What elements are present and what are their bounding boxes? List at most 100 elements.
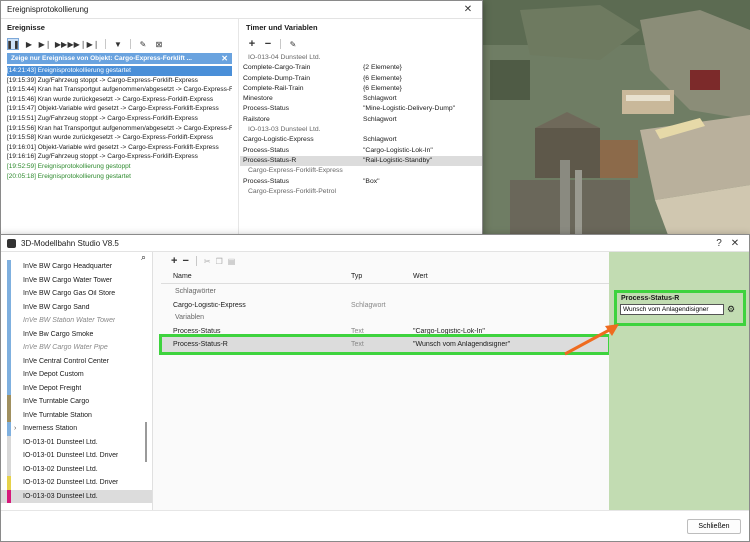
object-list-item[interactable]: InVe Central Control Center (1, 354, 152, 368)
object-list-item[interactable]: IO-013-02 Dunsteel Ltd. Driver (1, 476, 152, 490)
object-list-item[interactable]: InVe BW Cargo Water Pipe (1, 341, 152, 355)
log-line[interactable]: [19:15:46] Kran wurde zurückgesetzt -> C… (7, 95, 232, 105)
row-type: Schlagwort (351, 301, 386, 309)
pause-icon[interactable]: ❚❚ (6, 38, 20, 50)
object-list-item[interactable]: › Inverness Station (1, 422, 152, 436)
filter-icon[interactable]: ▼ (112, 38, 124, 50)
color-marker (7, 395, 11, 409)
tv-key: Process-Status (243, 177, 290, 185)
tv-row[interactable]: Minestore Schlagwort (240, 94, 482, 104)
tv-value: "Mine-Logistic-Delivery-Dump" (363, 105, 456, 113)
log-line[interactable]: [20:05:18] Ereignisprotokollierung gesta… (7, 172, 232, 182)
color-marker (7, 381, 11, 395)
log-line[interactable]: [14:21:43] Ereignisprotokollierung gesta… (7, 66, 232, 76)
log-line[interactable]: [19:15:47] Objekt-Variable wird gesetzt … (7, 104, 232, 114)
footer: Schließen (1, 510, 749, 541)
object-list-item[interactable]: InVe BW Cargo Sand (1, 300, 152, 314)
object-list-item[interactable]: InVe Turntable Station (1, 408, 152, 422)
plus-icon[interactable]: + (171, 255, 177, 267)
tv-row[interactable]: Process-Status-R "Rail-Logistic-Standby" (240, 155, 482, 167)
tv-group[interactable]: IO-013-03 Dunsteel Ltd. (240, 125, 482, 135)
paste-icon[interactable]: ▤ (228, 257, 236, 266)
variable-value-input[interactable] (620, 304, 724, 315)
log-line[interactable]: [19:52:59] Ereignisprotokollierung gesto… (7, 162, 232, 172)
play-icon[interactable]: ▶ (23, 38, 35, 50)
object-list-item[interactable]: InVe Depot Freight (1, 381, 152, 395)
column-type[interactable]: Typ (339, 273, 413, 280)
search-icon[interactable]: ⌕ (141, 252, 146, 264)
column-name[interactable]: Name (161, 273, 339, 280)
log-line[interactable]: [19:15:44] Kran hat Transportgut aufgeno… (7, 85, 232, 95)
tv-key: Railstore (243, 115, 270, 123)
tv-value: Schlagwort (363, 136, 397, 144)
filter-text: Zeige nur Ereignisse von Objekt: Cargo-E… (11, 55, 192, 62)
color-marker (7, 476, 11, 490)
toolbar-separator (130, 39, 131, 49)
object-list-item[interactable]: IO-013-01 Dunsteel Ltd. Driver (1, 449, 152, 463)
close-icon[interactable]: ✕ (221, 54, 228, 63)
object-list-item[interactable]: InVe Depot Custom (1, 368, 152, 382)
object-list-item[interactable]: IO-013-03 Dunsteel Ltd. (1, 489, 152, 503)
step-icon[interactable]: ▶❘ (39, 38, 52, 50)
chevron-right-icon[interactable]: › (14, 425, 23, 432)
fast-forward-icon[interactable]: ▶▶ (55, 38, 67, 50)
events-toolbar: ❚❚ ▶ ▶❘ ▶▶ ▶▶❘ ▶❘ ▼ ✎ ⊠ (1, 36, 238, 52)
tv-row[interactable]: Cargo-Logistic-Express Schlagwort (240, 135, 482, 145)
minus-icon[interactable]: − (262, 38, 274, 50)
close-dialog-button[interactable]: Schließen (687, 519, 741, 534)
event-log-list[interactable]: [14:21:43] Ereignisprotokollierung gesta… (7, 66, 232, 181)
tv-group[interactable]: IO-013-04 Dunsteel Ltd. (240, 53, 482, 63)
tv-row[interactable]: Complete-Dump-Train {6 Elemente} (240, 74, 482, 84)
table-row-selected[interactable]: Process-Status-R Text "Wunsch vom Anlage… (159, 334, 611, 355)
tv-row[interactable]: Complete-Cargo-Train {2 Elemente} (240, 63, 482, 73)
pencil-icon[interactable]: ✎ (137, 38, 149, 50)
tv-row[interactable]: Process-Status "Mine-Logistic-Delivery-Du… (240, 104, 482, 114)
tv-value: "Box" (363, 177, 380, 185)
object-list-item[interactable]: IO-013-02 Dunsteel Ltd. (1, 462, 152, 476)
object-list-item[interactable]: InVe BW Cargo Headquarter (1, 260, 152, 274)
clear-log-icon[interactable]: ⊠ (153, 38, 165, 50)
skip-end-icon[interactable]: ▶▶❘ (68, 38, 87, 50)
object-list-item[interactable]: InVe Turntable Cargo (1, 395, 152, 409)
log-line[interactable]: [19:15:58] Kran wurde zurückgesetzt -> C… (7, 133, 232, 143)
tv-group[interactable]: Cargo-Express-Forklift-Express (240, 166, 482, 176)
tv-row[interactable]: Process-Status "Cargo-Logistic-Lok-In" (240, 146, 482, 156)
object-list-item[interactable]: InVe BW Cargo Gas Oil Store (1, 287, 152, 301)
column-value[interactable]: Wert (413, 273, 609, 280)
plus-icon[interactable]: + (246, 38, 258, 50)
table-row[interactable]: Cargo-Logistic-Express Schlagwort (161, 298, 609, 312)
object-label: InVe BW Cargo Headquarter (23, 263, 113, 271)
close-icon[interactable]: ✕ (460, 4, 476, 15)
object-list-item[interactable]: InVe BW Cargo Water Tower (1, 273, 152, 287)
object-list[interactable]: InVe BW Cargo Headquarter InVe BW Cargo W… (1, 260, 152, 503)
log-line[interactable]: [19:15:51] Zug/Fahrzeug stoppt -> Cargo-… (7, 114, 232, 124)
log-line[interactable]: [19:15:56] Kran hat Transportgut aufgeno… (7, 124, 232, 134)
editor-input-row: ⚙ (617, 304, 743, 315)
skip-icon[interactable]: ▶❘ (87, 38, 100, 50)
tv-row[interactable]: Railstore Schlagwort (240, 115, 482, 125)
minus-icon[interactable]: − (182, 255, 188, 267)
tv-group[interactable]: Cargo-Express-Forklift-Petrol (240, 187, 482, 197)
tv-row[interactable]: Complete-Rail-Train {6 Elemente} (240, 84, 482, 94)
scrollbar[interactable] (145, 422, 147, 462)
help-icon[interactable]: ? (711, 238, 727, 249)
event-log-title: Ereignisprotokollierung (7, 5, 89, 14)
object-list-item[interactable]: IO-013-01 Dunsteel Ltd. (1, 435, 152, 449)
log-line[interactable]: [19:16:01] Objekt-Variable wird gesetzt … (7, 143, 232, 153)
object-list-item[interactable]: InVe Bw Cargo Smoke (1, 327, 152, 341)
object-list-item[interactable]: InVe BW Station Water Tower (1, 314, 152, 328)
gear-icon[interactable]: ⚙ (727, 304, 735, 315)
tv-row[interactable]: Process-Status "Box" (240, 177, 482, 187)
events-pane: Ereignisse ❚❚ ▶ ▶❘ ▶▶ ▶▶❘ ▶❘ ▼ ✎ ⊠ Zeige… (1, 19, 239, 234)
copy-icon[interactable]: ❐ (216, 257, 223, 266)
tv-key: Cargo-Logistic-Express (243, 136, 314, 144)
toolbar-separator (280, 39, 281, 49)
main-titlebar[interactable]: 3D-Modellbahn Studio V8.5 ? ✕ (1, 235, 749, 252)
log-line[interactable]: [19:16:16] Zug/Fahrzeug stoppt -> Cargo-… (7, 152, 232, 162)
cut-icon[interactable]: ✂ (204, 257, 211, 266)
pencil-icon[interactable]: ✎ (287, 38, 299, 50)
timer-variable-list[interactable]: IO-013-04 Dunsteel Ltd. Complete-Cargo-Tr… (240, 53, 482, 197)
event-log-titlebar[interactable]: Ereignisprotokollierung ✕ (1, 1, 482, 19)
close-icon[interactable]: ✕ (727, 238, 743, 249)
log-line[interactable]: [19:15:39] Zug/Fahrzeug stoppt -> Cargo-… (7, 76, 232, 86)
